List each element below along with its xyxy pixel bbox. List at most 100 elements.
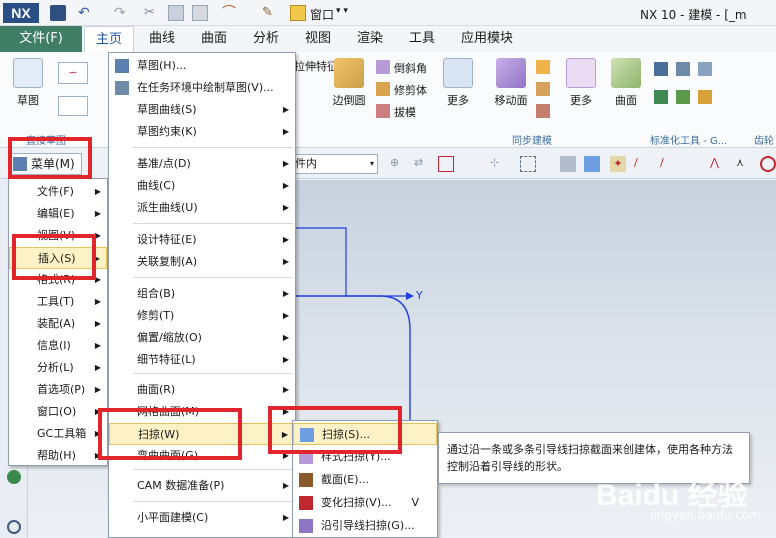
insert-menu-item-12[interactable]: 细节特征(L) ▶ <box>109 349 295 371</box>
snap-icon-3[interactable] <box>438 156 454 172</box>
sweep-menu-item-icon <box>299 519 313 533</box>
main-menu-item-1[interactable]: 编辑(E) ▶ <box>9 203 107 225</box>
insert-menu-item-5[interactable]: 曲线(C) ▶ <box>109 175 295 197</box>
rectangle-icon[interactable] <box>58 96 88 116</box>
main-menu-item-10[interactable]: 窗口(O) ▶ <box>9 401 107 423</box>
main-menu-item-label: 工具(T) <box>37 295 75 308</box>
snap-icon-1[interactable]: ⊕ <box>390 156 406 172</box>
insert-menu-item-7[interactable]: 设计特征(E) ▶ <box>109 229 295 251</box>
insert-menu-item-8[interactable]: 关联复制(A) ▶ <box>109 251 295 273</box>
std-tool-icon-3[interactable] <box>698 62 712 76</box>
insert-menu-item-label: 曲线(C) <box>137 179 176 192</box>
insert-menu-item-18[interactable]: 小平面建模(C) ▶ <box>109 507 295 529</box>
window-dropdown-icon[interactable]: ▾ ▾ <box>336 6 348 16</box>
undo-icon[interactable]: ↶ <box>78 5 94 21</box>
main-menu-item-6[interactable]: 装配(A) ▶ <box>9 313 107 335</box>
tab-view[interactable]: 视图 <box>296 26 340 52</box>
intersection-icon[interactable]: ⋏ <box>736 156 752 172</box>
surface-button[interactable]: 曲面 <box>608 58 644 108</box>
insert-menu-item-label: 草图(H)... <box>137 59 187 72</box>
window-menu-label[interactable]: 窗口 <box>310 6 334 23</box>
box-select-icon[interactable] <box>520 156 536 172</box>
chamfer-label[interactable]: 倒斜角 <box>394 60 427 76</box>
chevron-right-icon: ▶ <box>94 297 101 306</box>
mid-point-icon[interactable]: / <box>660 156 676 172</box>
tab-render[interactable]: 渲染 <box>348 26 392 52</box>
main-menu-item-0[interactable]: 文件(F) ▶ <box>9 181 107 203</box>
profile-icon[interactable]: ∽ <box>58 62 88 84</box>
sync-icon-1[interactable] <box>536 60 550 74</box>
std-tool-icon-1[interactable] <box>654 62 668 76</box>
insert-menu-item-label: 基准/点(D) <box>137 157 191 170</box>
end-point-icon[interactable]: / <box>634 156 650 172</box>
selection-scope-select[interactable]: 件内 ▾ <box>290 154 378 174</box>
sweep-menu-item-2[interactable]: 截面(E)... <box>293 469 437 491</box>
std-tool-icon-5[interactable] <box>676 90 690 104</box>
touch-mode-icon[interactable]: ✎ <box>262 5 278 21</box>
move-face-button[interactable]: 移动面 <box>488 58 534 108</box>
repeat-command-icon[interactable]: ⌒ <box>222 5 238 21</box>
insert-menu-item-10[interactable]: 修剪(T) ▶ <box>109 305 295 327</box>
surface-icon <box>611 58 641 88</box>
menu-separator <box>133 501 293 502</box>
main-menu-item-5[interactable]: 工具(T) ▶ <box>9 291 107 313</box>
main-menu-item-11[interactable]: GC工具箱 ▶ <box>9 423 107 445</box>
copy-icon[interactable] <box>168 5 184 21</box>
main-menu-item-label: 分析(L) <box>37 361 74 374</box>
std-tool-icon-6[interactable] <box>698 90 712 104</box>
cut-icon[interactable]: ✂ <box>144 5 160 21</box>
select-body-icon[interactable] <box>560 156 576 172</box>
std-tool-icon-4[interactable] <box>654 90 668 104</box>
arc-center-icon[interactable] <box>760 156 776 172</box>
draft-label[interactable]: 拔模 <box>394 104 416 120</box>
insert-menu-item-0[interactable]: 草图(H)... <box>109 55 295 77</box>
sketch-button[interactable]: 草图 <box>6 58 50 108</box>
tab-analysis[interactable]: 分析 <box>244 26 288 52</box>
standard-tools-grid[interactable] <box>654 62 744 118</box>
select-face-icon[interactable] <box>584 156 600 172</box>
std-tool-icon-2[interactable] <box>676 62 690 76</box>
insert-menu-item-4[interactable]: 基准/点(D) ▶ <box>109 153 295 175</box>
insert-menu-item-17[interactable]: CAM 数据准备(P) ▶ <box>109 475 295 497</box>
sweep-menu-item-4[interactable]: 沿引导线扫掠(G)... <box>293 515 437 537</box>
tab-curve[interactable]: 曲线 <box>140 26 184 52</box>
window-icon[interactable] <box>290 5 306 21</box>
tab-file[interactable]: 文件(F) <box>0 26 82 52</box>
tab-surface[interactable]: 曲面 <box>192 26 236 52</box>
insert-menu-item-3[interactable]: 草图约束(K) ▶ <box>109 121 295 143</box>
sync-icon-2[interactable] <box>536 82 550 96</box>
edge-blend-button[interactable]: 边倒圆 <box>328 58 370 108</box>
history-icon[interactable] <box>7 520 21 534</box>
insert-menu-item-13[interactable]: 曲面(R) ▶ <box>109 379 295 401</box>
selection-scope-value: 件内 <box>295 157 317 170</box>
insert-menu-item-11[interactable]: 偏置/缩放(O) ▶ <box>109 327 295 349</box>
tab-home[interactable]: 主页 <box>84 26 134 52</box>
snap-point-icon[interactable]: ✦ <box>610 156 626 172</box>
trim-body-label[interactable]: 修剪体 <box>394 82 427 98</box>
insert-menu-item-1[interactable]: 在任务环境中绘制草图(V)... <box>109 77 295 99</box>
paste-icon[interactable] <box>192 5 208 21</box>
redo-icon[interactable]: ↷ <box>114 5 130 21</box>
save-icon[interactable] <box>50 5 66 21</box>
insert-menu-item-9[interactable]: 组合(B) ▶ <box>109 283 295 305</box>
sweep-menu-item-3[interactable]: 变化扫掠(V)... V <box>293 492 437 514</box>
web-browser-icon[interactable] <box>7 470 21 484</box>
main-menu-item-label: 文件(F) <box>37 185 74 198</box>
sync-icon-3[interactable] <box>536 104 550 118</box>
more-button-1[interactable]: 更多 <box>440 58 476 108</box>
main-menu-item-12[interactable]: 帮助(H) ▶ <box>9 445 107 467</box>
chevron-right-icon: ▶ <box>282 385 289 394</box>
control-point-icon[interactable]: ⋀ <box>710 156 726 172</box>
insert-menu-item-label: 关联复制(A) <box>137 255 198 268</box>
tab-application[interactable]: 应用模块 <box>452 26 522 52</box>
main-menu-item-7[interactable]: 信息(I) ▶ <box>9 335 107 357</box>
tab-tools[interactable]: 工具 <box>400 26 444 52</box>
main-menu-item-9[interactable]: 首选项(P) ▶ <box>9 379 107 401</box>
snap-icon-2[interactable]: ⇄ <box>414 156 430 172</box>
insert-menu-item-6[interactable]: 派生曲线(U) ▶ <box>109 197 295 219</box>
insert-menu-item-2[interactable]: 草图曲线(S) ▶ <box>109 99 295 121</box>
snap-icon-4[interactable]: ⊹ <box>490 156 506 172</box>
sweep-menu-item-icon <box>299 496 313 510</box>
more-button-2[interactable]: 更多 <box>562 58 600 108</box>
main-menu-item-8[interactable]: 分析(L) ▶ <box>9 357 107 379</box>
